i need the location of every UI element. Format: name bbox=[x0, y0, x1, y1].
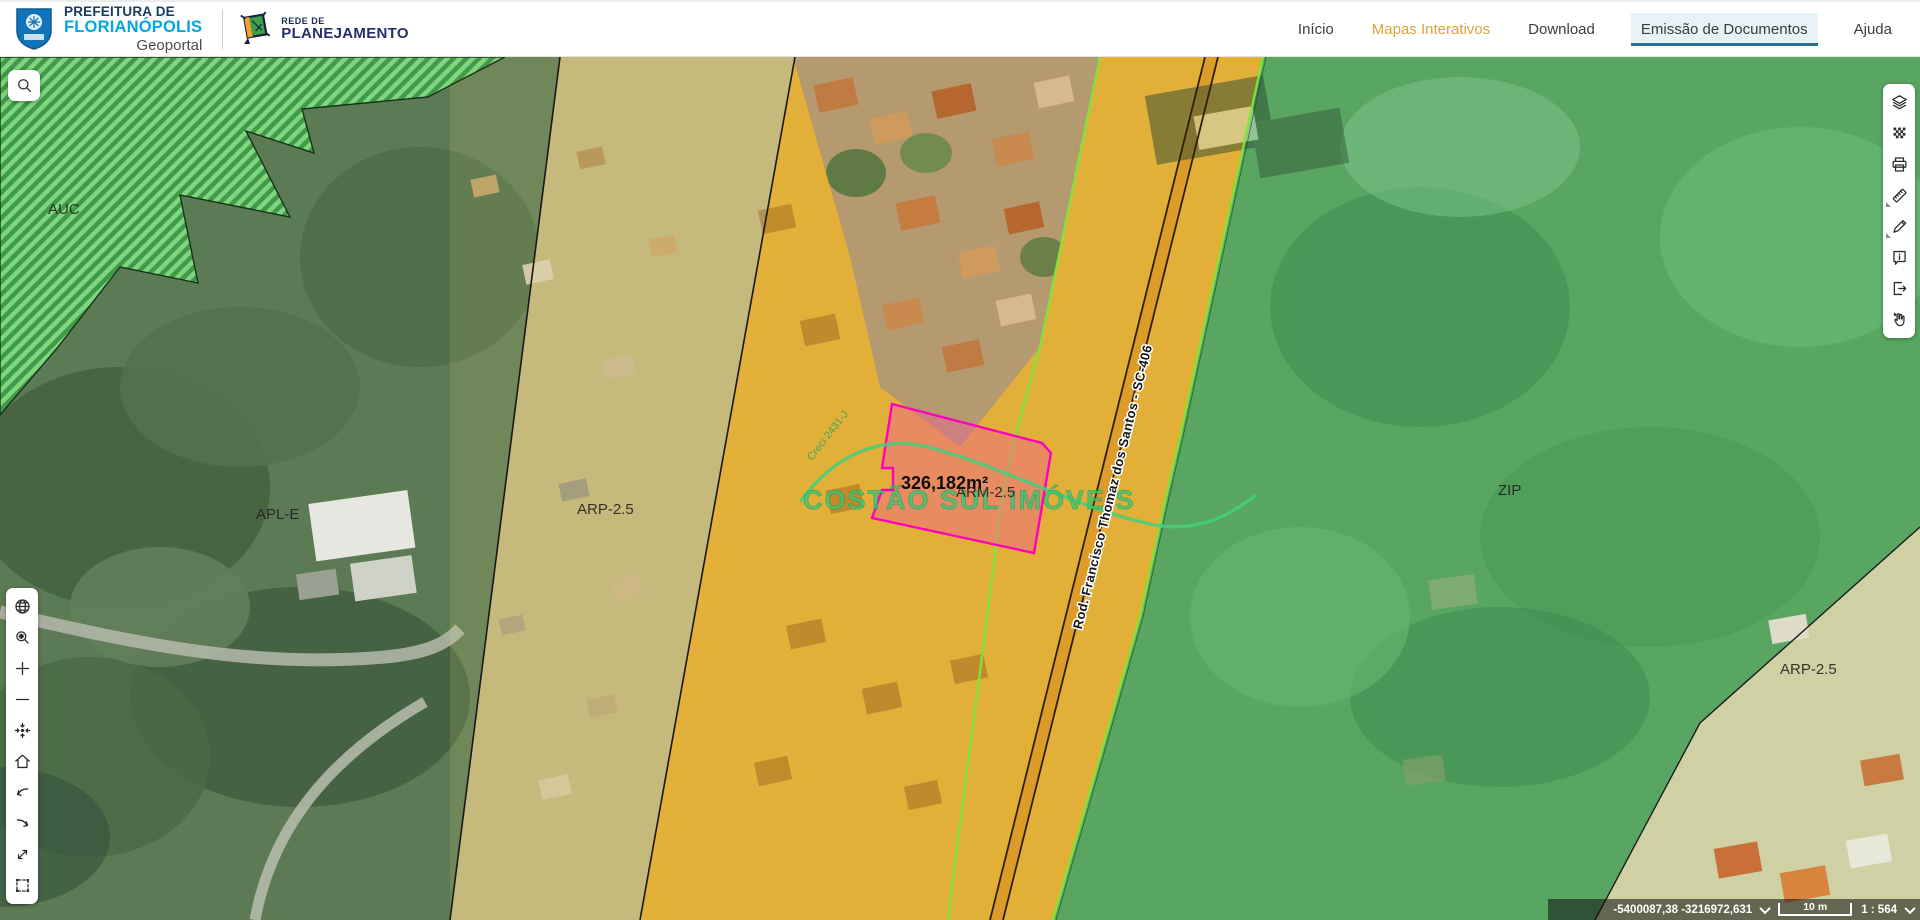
layers-button[interactable] bbox=[1883, 87, 1915, 118]
map-viewport[interactable]: Creci 2431-J COSTÃO SUL IMÓVEIS AUC APL-… bbox=[0, 57, 1920, 920]
nav-inicio[interactable]: Início bbox=[1296, 13, 1336, 46]
feature-info-icon bbox=[1890, 248, 1909, 267]
redo-icon bbox=[13, 814, 32, 833]
measure-ruler-icon bbox=[1890, 186, 1909, 205]
globe-icon bbox=[13, 597, 32, 616]
zoom-in-icon bbox=[13, 659, 32, 678]
pan-button[interactable] bbox=[1883, 304, 1915, 335]
header-divider bbox=[222, 9, 223, 49]
home-icon bbox=[13, 752, 32, 771]
geoportal-app: PREFEITURA DE FLORIANÓPOLIS Geoportal RE… bbox=[0, 0, 1920, 920]
prefeitura-logo: PREFEITURA DE FLORIANÓPOLIS Geoportal bbox=[14, 5, 202, 53]
center-map-button[interactable] bbox=[6, 715, 38, 746]
nav-emissao-documentos[interactable]: Emissão de Documentos bbox=[1631, 13, 1818, 46]
undo-icon bbox=[13, 783, 32, 802]
logo-line1: PREFEITURA DE bbox=[64, 5, 202, 19]
feature-info-button[interactable] bbox=[1883, 242, 1915, 273]
submenu-corner bbox=[1886, 233, 1891, 238]
draw-pencil-icon bbox=[1890, 217, 1909, 236]
export-document-icon bbox=[1890, 279, 1909, 298]
search-panel bbox=[8, 70, 40, 101]
partner-line2: PLANEJAMENTO bbox=[281, 26, 409, 41]
redo-button[interactable] bbox=[6, 808, 38, 839]
draw-button[interactable] bbox=[1883, 211, 1915, 242]
pan-hand-icon bbox=[1890, 310, 1909, 329]
scale-chevron-down-icon[interactable] bbox=[1904, 902, 1915, 913]
globe-button[interactable] bbox=[6, 591, 38, 622]
select-area-icon bbox=[13, 876, 32, 895]
home-button[interactable] bbox=[6, 746, 38, 777]
map-statusbar: -5400087,38 -3216972,631 10 m 1 : 564 bbox=[1548, 899, 1920, 920]
zone-label-arp25-right: ARP-2.5 bbox=[1780, 661, 1837, 678]
fullscreen-button[interactable] bbox=[6, 839, 38, 870]
scale-ratio: 1 : 564 bbox=[1861, 904, 1897, 916]
left-toolbar bbox=[6, 588, 38, 904]
map-canvas: Creci 2431-J COSTÃO SUL IMÓVEIS AUC APL-… bbox=[0, 57, 1920, 920]
search-icon bbox=[15, 76, 34, 95]
zoom-in-button[interactable] bbox=[6, 653, 38, 684]
prefeitura-shield-icon bbox=[14, 7, 54, 51]
zone-label-arp25-left: ARP-2.5 bbox=[577, 501, 634, 518]
right-toolbar bbox=[1883, 84, 1915, 338]
scale-bar: 10 m bbox=[1778, 903, 1852, 916]
fullscreen-icon bbox=[13, 845, 32, 864]
app-header: PREFEITURA DE FLORIANÓPOLIS Geoportal RE… bbox=[0, 0, 1920, 57]
measure-button[interactable] bbox=[1883, 180, 1915, 211]
zoom-out-button[interactable] bbox=[6, 684, 38, 715]
logo-line2: FLORIANÓPOLIS bbox=[64, 19, 202, 36]
layers-icon bbox=[1890, 93, 1909, 112]
zoom-extent-icon bbox=[13, 628, 32, 647]
nav-mapas-interativos[interactable]: Mapas Interativos bbox=[1370, 13, 1492, 46]
main-nav: Início Mapas Interativos Download Emissã… bbox=[1296, 13, 1894, 46]
basemap-button[interactable] bbox=[1883, 118, 1915, 149]
nav-download[interactable]: Download bbox=[1526, 13, 1597, 46]
zone-label-apl-e: APL-E bbox=[256, 506, 299, 523]
scale-bar-label: 10 m bbox=[1803, 902, 1827, 913]
zone-label-zip: ZIP bbox=[1498, 482, 1521, 499]
rede-planejamento-logo: REDE DE PLANEJAMENTO bbox=[239, 11, 409, 47]
submenu-corner bbox=[1886, 202, 1891, 207]
print-icon bbox=[1890, 155, 1909, 174]
nav-ajuda[interactable]: Ajuda bbox=[1852, 13, 1894, 46]
search-button[interactable] bbox=[8, 70, 40, 101]
rede-planejamento-icon bbox=[239, 11, 273, 47]
zoom-extent-button[interactable] bbox=[6, 622, 38, 653]
print-button[interactable] bbox=[1883, 149, 1915, 180]
zone-label-arm25: ARM-2.5 bbox=[956, 484, 1015, 501]
basemap-grid-icon bbox=[1890, 124, 1909, 143]
export-button[interactable] bbox=[1883, 273, 1915, 304]
zone-label-auc: AUC bbox=[48, 201, 80, 218]
coordinates-chevron-down-icon[interactable] bbox=[1760, 902, 1771, 913]
center-map-icon bbox=[13, 721, 32, 740]
select-area-button[interactable] bbox=[6, 870, 38, 901]
zoom-out-icon bbox=[13, 690, 32, 709]
coordinates-readout: -5400087,38 -3216972,631 bbox=[1613, 904, 1752, 916]
undo-button[interactable] bbox=[6, 777, 38, 808]
logo-subtitle: Geoportal bbox=[64, 38, 202, 53]
